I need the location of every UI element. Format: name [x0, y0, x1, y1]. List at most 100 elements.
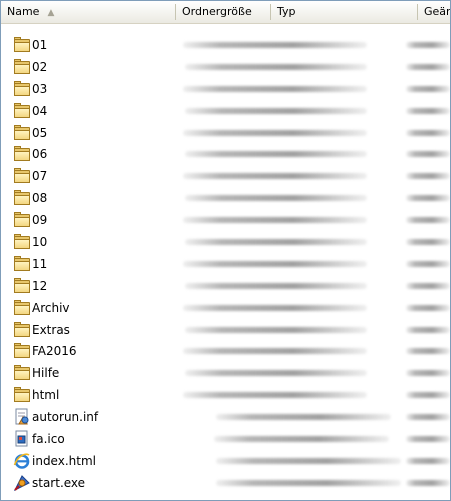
- column-header-name-label: Name: [7, 5, 40, 18]
- redacted-modified-cell: [406, 173, 450, 180]
- redacted-modified-cell: [406, 392, 450, 399]
- column-header-folder-size-label: Ordnergröße: [182, 5, 252, 18]
- redacted-modified-cell: [406, 370, 450, 377]
- file-rows: 01 02 03 04 05 06 07 08 09 10 11 12 Archiv Extras FA20…: [1, 34, 450, 494]
- list-item-label: 10: [32, 235, 48, 250]
- list-item[interactable]: 04: [1, 100, 450, 122]
- list-item-name: 05: [13, 122, 47, 144]
- redacted-modified-cell: [406, 479, 450, 486]
- list-item[interactable]: autorun.inf: [1, 406, 450, 428]
- redacted-modified-cell: [406, 239, 450, 246]
- list-item-name: 01: [13, 34, 47, 56]
- redacted-size-type-cell: [185, 63, 367, 70]
- folder-icon: [13, 189, 31, 207]
- folder-icon: [13, 102, 31, 120]
- redacted-size-type-cell: [216, 457, 401, 464]
- list-item-name: 09: [13, 209, 47, 231]
- list-item-label: 05: [32, 125, 48, 140]
- list-item-name: FA2016: [13, 340, 77, 362]
- redacted-modified-cell: [406, 217, 450, 224]
- list-item-label: FA2016: [32, 344, 77, 359]
- list-item[interactable]: Hilfe: [1, 362, 450, 384]
- redacted-modified-cell: [406, 414, 450, 421]
- internet-explorer-icon: [13, 452, 31, 470]
- redacted-size-type-cell: [216, 414, 391, 421]
- redacted-size-type-cell: [183, 392, 367, 399]
- list-item-label: Hilfe: [32, 366, 60, 381]
- list-item-name: 06: [13, 143, 47, 165]
- folder-icon: [13, 364, 31, 382]
- list-item[interactable]: 03: [1, 78, 450, 100]
- redacted-size-type-cell: [183, 85, 367, 92]
- list-item-name: 10: [13, 231, 47, 253]
- redacted-modified-cell: [406, 85, 450, 92]
- folder-icon: [13, 167, 31, 185]
- list-item-name: 07: [13, 165, 47, 187]
- list-item[interactable]: html: [1, 384, 450, 406]
- list-item-name: Extras: [13, 319, 70, 341]
- redacted-size-type-cell: [183, 129, 367, 136]
- folder-icon: [13, 233, 31, 251]
- column-header-modified[interactable]: Geändert: [418, 1, 450, 23]
- list-item-label: 01: [32, 38, 48, 52]
- folder-icon: [13, 342, 31, 360]
- list-item-label: fa.ico: [32, 432, 65, 447]
- redacted-modified-cell: [406, 42, 450, 48]
- list-item[interactable]: FA2016: [1, 340, 450, 362]
- list-item[interactable]: 12: [1, 275, 450, 297]
- list-item-label: Extras: [32, 322, 70, 337]
- redacted-size-type-cell: [185, 282, 367, 289]
- list-item[interactable]: Extras: [1, 319, 450, 341]
- list-item[interactable]: 06: [1, 143, 450, 165]
- list-item-name: fa.ico: [13, 428, 65, 450]
- redacted-modified-cell: [406, 260, 450, 267]
- list-item-label: Archiv: [32, 300, 70, 315]
- list-item-label: autorun.inf: [32, 410, 99, 425]
- list-item[interactable]: Archiv: [1, 297, 450, 319]
- list-item[interactable]: 02: [1, 56, 450, 78]
- list-item[interactable]: 07: [1, 165, 450, 187]
- list-item[interactable]: start.exe: [1, 472, 450, 494]
- redacted-modified-cell: [406, 457, 450, 464]
- list-item-name: Archiv: [13, 297, 70, 319]
- column-header-folder-size[interactable]: Ordnergröße: [176, 1, 271, 23]
- redacted-modified-cell: [406, 282, 450, 289]
- folder-icon: [13, 36, 31, 54]
- list-item-label: index.html: [32, 453, 96, 468]
- redacted-size-type-cell: [183, 348, 367, 355]
- setup-info-file-icon: [13, 408, 31, 426]
- list-item[interactable]: 01: [1, 34, 450, 56]
- redacted-size-type-cell: [214, 436, 389, 443]
- list-item-name: 02: [13, 56, 47, 78]
- sort-ascending-icon: ▲: [47, 8, 55, 18]
- list-item[interactable]: index.html: [1, 450, 450, 472]
- list-item[interactable]: 09: [1, 209, 450, 231]
- list-item-name: start.exe: [13, 472, 85, 494]
- folder-icon: [13, 386, 31, 404]
- redacted-modified-cell: [406, 107, 450, 114]
- column-header-name[interactable]: Name ▲: [1, 1, 176, 23]
- list-item[interactable]: 10: [1, 231, 450, 253]
- list-item-name: autorun.inf: [13, 406, 98, 428]
- list-item-name: 03: [13, 78, 47, 100]
- list-item-name: 08: [13, 187, 47, 209]
- list-item[interactable]: fa.ico: [1, 428, 450, 450]
- list-item-label: html: [32, 388, 60, 403]
- redacted-modified-cell: [406, 436, 450, 443]
- folder-icon: [13, 211, 31, 229]
- list-item-label: 03: [32, 81, 48, 96]
- list-item-label: 12: [32, 278, 48, 293]
- folder-icon: [13, 255, 31, 273]
- redacted-size-type-cell: [183, 260, 367, 267]
- file-list-view[interactable]: Name▲ Ordnergröße Typ Geändert 010203040…: [0, 0, 451, 501]
- list-item[interactable]: 08: [1, 187, 450, 209]
- list-item-label: 06: [32, 147, 48, 162]
- redacted-modified-cell: [406, 348, 450, 355]
- list-item[interactable]: 11: [1, 253, 450, 275]
- list-item-label: 11: [32, 256, 48, 271]
- column-header-type[interactable]: Typ: [271, 1, 418, 23]
- redacted-size-type-cell: [185, 370, 367, 377]
- list-item[interactable]: 05: [1, 122, 450, 144]
- redacted-modified-cell: [406, 151, 450, 158]
- folder-icon: [13, 80, 31, 98]
